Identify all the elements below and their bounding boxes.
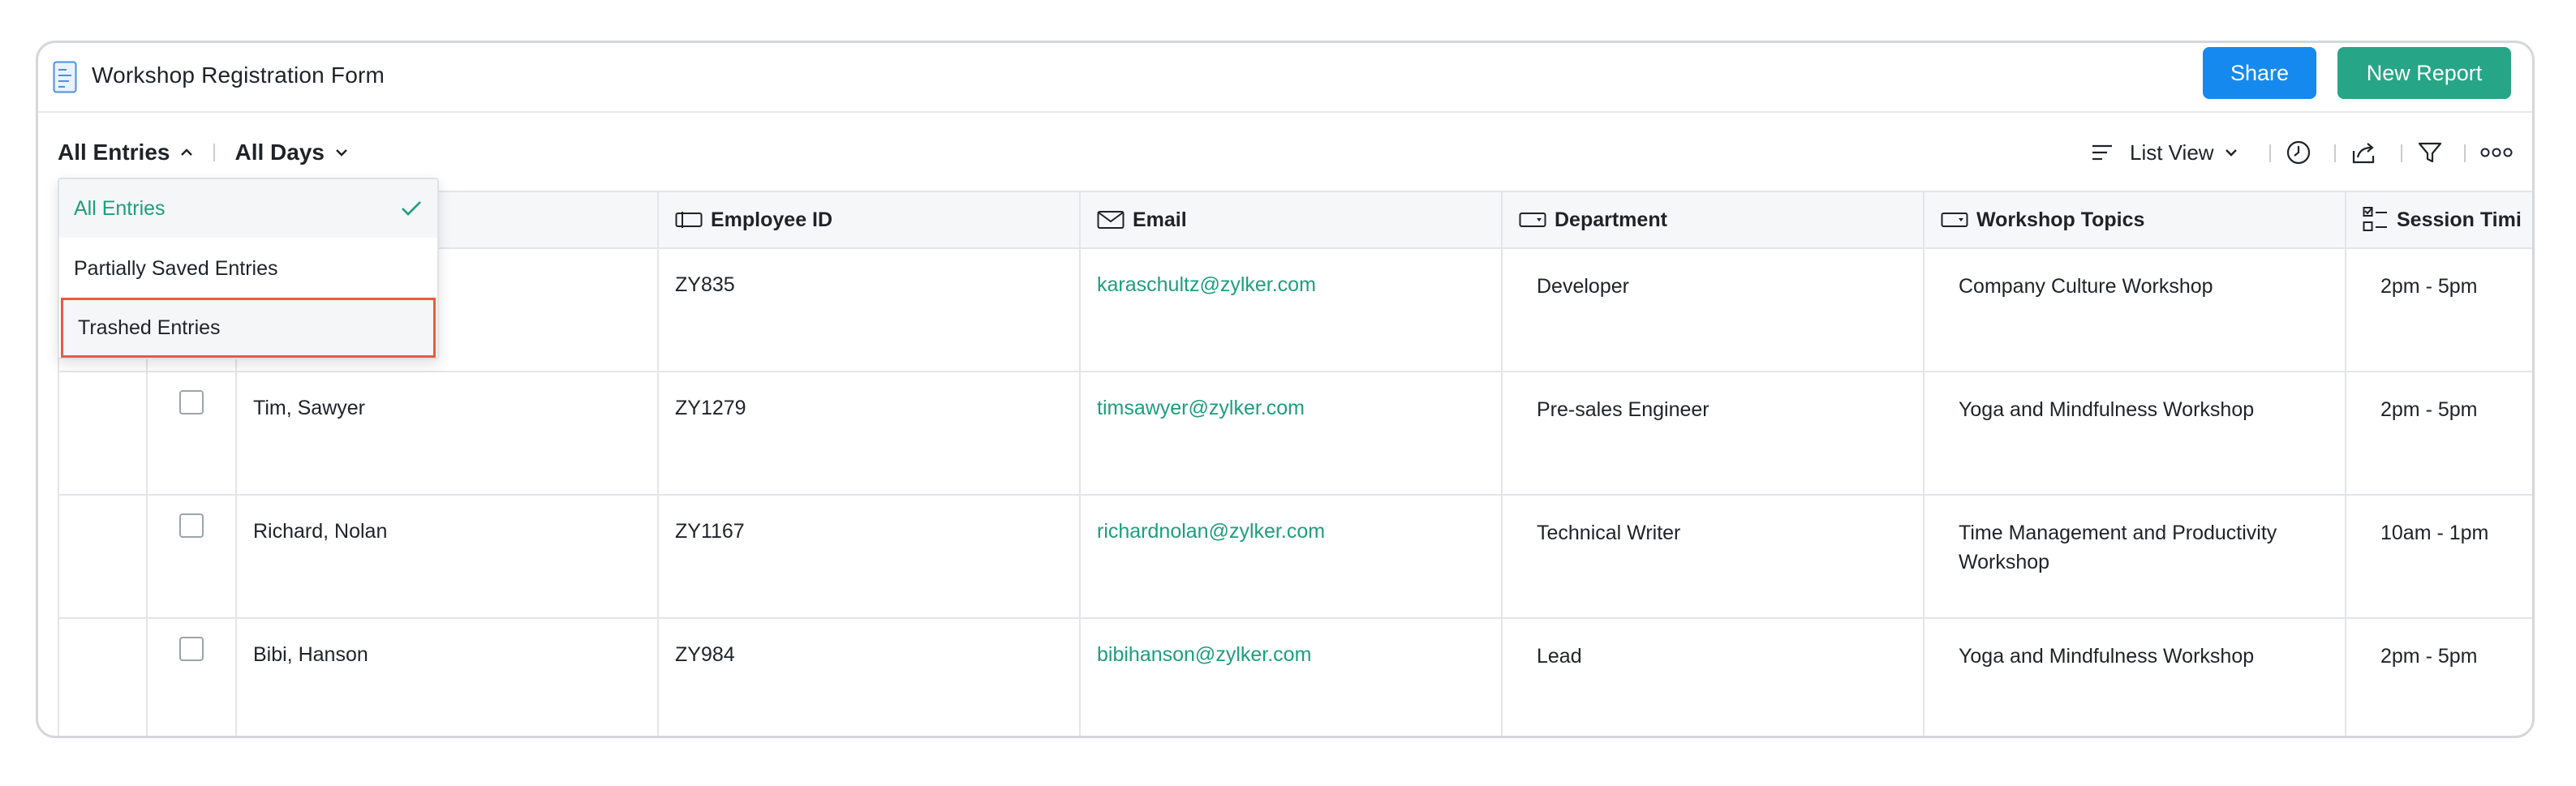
column-header-department[interactable]: Department <box>1502 191 1924 249</box>
entries-filter-dropdown: All Entries Partially Saved Entries Tras… <box>58 178 439 359</box>
chevron-down-icon <box>2225 149 2237 157</box>
list-view-label: List View <box>2130 140 2214 165</box>
chevron-up-icon <box>181 148 193 156</box>
filter-button[interactable] <box>2417 132 2443 173</box>
email-link[interactable]: richardnolan@zylker.com <box>1080 495 1503 619</box>
toolbar-divider <box>2334 144 2336 162</box>
filter-bar: All Entries All Days <box>58 134 349 171</box>
workshop-topic-cell: Company Culture Workshop <box>1924 248 2346 372</box>
dropdown-item-label: Trashed Entries <box>78 316 221 339</box>
row-select-cell <box>147 618 237 736</box>
dropdown-item-trashed-entries[interactable]: Trashed Entries <box>61 298 436 358</box>
session-timing-cell: 2pm - 5pm <box>2346 372 2532 496</box>
email-link[interactable]: karaschultz@zylker.com <box>1080 248 1503 372</box>
column-label: Email <box>1133 208 1187 231</box>
checklist-icon <box>2363 207 2387 231</box>
entries-filter-label: All Entries <box>58 140 170 165</box>
column-label: Department <box>1555 208 1667 231</box>
more-horizontal-icon <box>2480 148 2513 157</box>
app-window: Workshop Registration Form Share New Rep… <box>36 41 2535 738</box>
row-select-cell <box>147 372 237 496</box>
toolbar-divider <box>2269 144 2271 162</box>
employee-id-cell: ZY1167 <box>658 495 1081 619</box>
form-header: Workshop Registration Form Share New Rep… <box>38 43 2532 113</box>
workshop-topic-cell: Yoga and Mindfulness Workshop <box>1924 618 2346 736</box>
email-link[interactable]: bibihanson@zylker.com <box>1080 618 1503 736</box>
text-field-icon <box>675 212 703 228</box>
share-export-icon <box>2352 143 2375 164</box>
table-row: Bibi, Hanson ZY984 bibihanson@zylker.com… <box>59 618 2532 736</box>
dropdown-field-icon <box>1519 213 1546 227</box>
workshop-topic-cell: Time Management and Productivity Worksho… <box>1924 495 2346 619</box>
chevron-down-icon <box>336 149 347 157</box>
row-checkbox[interactable] <box>179 637 204 661</box>
employee-id-cell: ZY984 <box>658 618 1081 736</box>
name-cell: Richard, Nolan <box>236 495 659 619</box>
form-document-icon <box>53 61 77 93</box>
entries-filter-select[interactable]: All Entries <box>58 140 194 165</box>
table-row: Tim, Sawyer ZY1279 timsawyer@zylker.com … <box>59 372 2532 496</box>
form-title: Workshop Registration Form <box>92 62 385 88</box>
column-label: Employee ID <box>711 208 833 231</box>
column-header-session-timing[interactable]: Session Timi <box>2346 191 2532 249</box>
view-toolbar: List View <box>2066 132 2529 173</box>
history-button[interactable] <box>2286 132 2312 173</box>
column-label: Session Timi <box>2397 208 2522 231</box>
dropdown-item-label: Partially Saved Entries <box>74 256 278 280</box>
more-options-button[interactable] <box>2480 132 2513 173</box>
table-row: Richard, Nolan ZY1167 richardnolan@zylke… <box>59 495 2532 619</box>
funnel-icon <box>2418 142 2442 163</box>
row-gutter <box>59 495 148 619</box>
row-gutter <box>59 372 148 496</box>
toolbar-divider <box>213 144 216 161</box>
name-cell: Bibi, Hanson <box>236 618 659 736</box>
envelope-icon <box>1097 211 1125 229</box>
days-filter-select[interactable]: All Days <box>234 140 349 165</box>
clock-icon <box>2286 140 2311 165</box>
toolbar-divider <box>2401 144 2402 162</box>
employee-id-cell: ZY835 <box>658 248 1081 372</box>
column-header-email[interactable]: Email <box>1080 191 1503 249</box>
column-header-workshop-topics[interactable]: Workshop Topics <box>1924 191 2346 249</box>
session-timing-cell: 2pm - 5pm <box>2346 248 2532 372</box>
new-report-button[interactable]: New Report <box>2337 47 2511 99</box>
dropdown-field-icon <box>1941 213 1968 227</box>
department-cell: Developer <box>1502 248 1924 372</box>
row-select-cell <box>147 495 237 619</box>
session-timing-cell: 10am - 1pm <box>2346 495 2532 619</box>
share-button[interactable]: Share <box>2203 47 2316 99</box>
days-filter-label: All Days <box>234 140 325 165</box>
export-button[interactable] <box>2350 132 2378 173</box>
workshop-topic-cell: Yoga and Mindfulness Workshop <box>1924 372 2346 496</box>
department-cell: Lead <box>1502 618 1924 736</box>
toolbar-divider <box>2464 144 2466 162</box>
row-gutter <box>59 618 148 736</box>
dropdown-item-label: All Entries <box>74 196 166 220</box>
email-link[interactable]: timsawyer@zylker.com <box>1080 372 1503 496</box>
session-timing-cell: 2pm - 5pm <box>2346 618 2532 736</box>
column-label: Workshop Topics <box>1976 208 2145 231</box>
row-checkbox[interactable] <box>179 513 204 538</box>
dropdown-item-partially-saved[interactable]: Partially Saved Entries <box>59 239 437 298</box>
checkmark-icon <box>402 201 421 216</box>
dropdown-item-all-entries[interactable]: All Entries <box>59 179 437 238</box>
name-cell: Tim, Sawyer <box>236 372 659 496</box>
list-view-select[interactable]: List View <box>2091 132 2238 173</box>
department-cell: Pre-sales Engineer <box>1502 372 1924 496</box>
row-checkbox[interactable] <box>179 390 204 414</box>
list-lines-icon <box>2092 144 2112 161</box>
department-cell: Technical Writer <box>1502 495 1924 619</box>
employee-id-cell: ZY1279 <box>658 372 1081 496</box>
column-header-employee-id[interactable]: Employee ID <box>658 191 1081 249</box>
